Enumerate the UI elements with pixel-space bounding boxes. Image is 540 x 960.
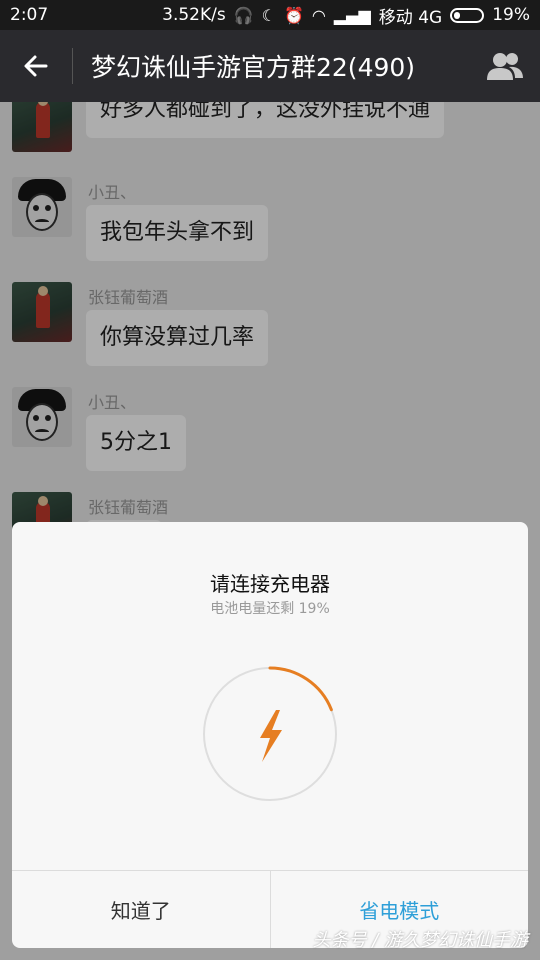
battery-level-gauge <box>203 666 337 801</box>
wifi-icon: ◠ <box>311 5 326 25</box>
back-arrow-icon <box>24 55 48 77</box>
dialog-title: 请连接充电器 <box>210 572 330 596</box>
dismiss-button[interactable]: 知道了 <box>12 871 271 948</box>
alarm-icon: ⏰ <box>283 5 304 25</box>
moon-icon: ☾ <box>261 5 276 25</box>
battery-icon <box>450 7 485 23</box>
lightning-icon <box>260 710 282 762</box>
back-button[interactable] <box>0 30 72 102</box>
low-battery-dialog: 请连接充电器 电池电量还剩 19% 知道了 省电模式 <box>12 522 528 948</box>
people-icon <box>487 53 523 80</box>
group-members-button[interactable] <box>470 30 540 102</box>
chat-header: 梦幻诛仙手游官方群22(490) <box>0 30 540 102</box>
signal-icon: ▂▄▆ <box>333 5 371 25</box>
carrier-label: 移动 4G <box>378 7 443 28</box>
status-time: 2:07 <box>10 5 49 25</box>
status-bar: 2:07 3.52K/s 🎧 ☾ ⏰ ◠ ▂▄▆ 移动 4G 19% <box>0 0 540 30</box>
headphone-icon: 🎧 <box>233 5 254 25</box>
network-speed: 3.52K/s <box>162 5 226 25</box>
battery-percent: 19% <box>492 5 530 25</box>
chat-title: 梦幻诛仙手游官方群22(490) <box>91 53 416 82</box>
battery-level-arc <box>268 666 333 712</box>
dialog-subtitle: 电池电量还剩 19% <box>210 601 330 617</box>
header-divider <box>72 48 73 84</box>
watermark: 头条号 / 游久梦幻诛仙手游 <box>312 930 528 951</box>
